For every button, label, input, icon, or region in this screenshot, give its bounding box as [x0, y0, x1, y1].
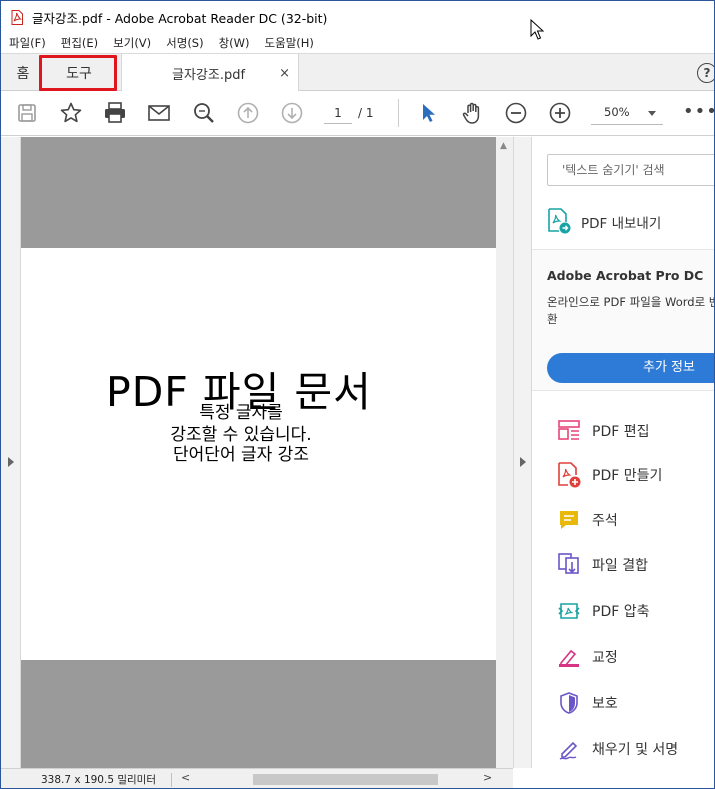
scroll-left-icon[interactable]: < [181, 771, 190, 784]
menu-edit[interactable]: 편집(E) [61, 35, 98, 51]
bookmark-star-icon[interactable] [59, 101, 83, 125]
horizontal-scroll-thumb[interactable] [253, 774, 438, 785]
search-icon[interactable] [192, 101, 216, 125]
page-dimensions: 338.7 x 190.5 밀리미터 [41, 774, 156, 786]
window-title: 글자강조.pdf - Adobe Acrobat Reader DC (32-b… [32, 10, 328, 26]
tab-document[interactable]: 글자강조.pdf × [121, 54, 299, 92]
mouse-pointer-icon [530, 19, 544, 40]
protect-icon [557, 691, 581, 715]
tool-compress-pdf-label: PDF 압축 [592, 604, 650, 620]
print-icon[interactable] [103, 101, 127, 125]
next-page-icon[interactable] [280, 101, 304, 125]
tools-pane: '텍스트 숨기기' 검색 PDF 내보내기 Adobe Acrobat Pro … [532, 137, 714, 788]
promo-panel: Adobe Acrobat Pro DC 온라인으로 PDF 파일을 Word로… [532, 249, 714, 391]
status-bar: 338.7 x 190.5 밀리미터 < > [1, 768, 513, 788]
tool-redact-label: 교정 [592, 650, 618, 666]
page-text-line-1: 특정 글자를 [199, 403, 283, 423]
tab-tools[interactable]: 도구 [41, 54, 117, 91]
zoom-level-dropdown[interactable]: 50% [591, 101, 663, 125]
zoom-out-icon[interactable] [504, 101, 528, 125]
acrobat-window: 글자강조.pdf - Adobe Acrobat Reader DC (32-b… [0, 0, 715, 789]
tool-comment-label: 주석 [592, 513, 618, 529]
collapse-right-icon [520, 457, 526, 467]
tool-comment[interactable]: 주석 [532, 498, 714, 542]
tool-fill-sign[interactable]: 채우기 및 서명 [532, 727, 714, 771]
menu-bar: 파일(F) 편집(E) 보기(V) 서명(S) 창(W) 도움말(H) [1, 33, 714, 53]
promo-title: Adobe Acrobat Pro DC [547, 268, 704, 283]
menu-help[interactable]: 도움말(H) [265, 35, 314, 51]
save-icon[interactable] [15, 101, 39, 125]
tool-protect-label: 보호 [592, 696, 618, 712]
tool-edit-pdf-label: PDF 편집 [592, 424, 650, 440]
tool-compress-pdf[interactable]: PDF 압축 [532, 589, 714, 633]
menu-window[interactable]: 창(W) [219, 35, 250, 51]
more-info-button[interactable]: 추가 정보 [547, 353, 714, 383]
vertical-scrollbar[interactable]: ▲ [496, 137, 513, 768]
previous-page-icon[interactable] [236, 101, 260, 125]
status-divider [171, 773, 172, 787]
redact-icon [557, 645, 581, 669]
document-viewer: PDF 파일 문서 특정 글자를 강조할 수 있습니다. 단어단어 글자 강조 … [1, 137, 513, 768]
export-pdf-icon [547, 207, 571, 237]
tab-bar: 홈 도구 글자강조.pdf × ? [1, 53, 714, 92]
scroll-up-icon[interactable]: ▲ [500, 141, 507, 151]
right-panel-toggle[interactable] [513, 137, 532, 768]
create-pdf-icon [557, 462, 581, 488]
toolbar: 1 / 1 50% ••• [1, 91, 714, 136]
tool-create-pdf-label: PDF 만들기 [592, 468, 663, 484]
export-pdf-label: PDF 내보내기 [581, 216, 662, 232]
promo-description: 온라인으로 PDF 파일을 Word로 변환 [547, 295, 714, 326]
close-tab-icon[interactable]: × [279, 66, 290, 81]
menu-sign[interactable]: 서명(S) [166, 35, 203, 51]
export-pdf-item[interactable]: PDF 내보내기 [547, 205, 661, 239]
scroll-right-icon[interactable]: > [483, 771, 492, 784]
tools-search-input[interactable]: '텍스트 숨기기' 검색 [547, 154, 714, 186]
tool-fill-sign-label: 채우기 및 서명 [592, 742, 679, 758]
edit-pdf-icon [557, 419, 581, 443]
page-total: / 1 [358, 106, 374, 120]
email-icon[interactable] [147, 101, 171, 125]
pdf-file-icon [10, 9, 24, 25]
page-number-input[interactable]: 1 [324, 102, 352, 124]
tool-create-pdf[interactable]: PDF 만들기 [532, 453, 714, 497]
document-tab-label: 글자강조.pdf [172, 67, 246, 83]
page-text-line-3: 단어단어 글자 강조 [173, 445, 309, 465]
combine-files-icon [557, 553, 581, 577]
select-cursor-icon[interactable] [416, 101, 440, 125]
menu-view[interactable]: 보기(V) [113, 35, 151, 51]
compress-pdf-icon [557, 599, 581, 623]
tool-combine-files[interactable]: 파일 결합 [532, 543, 714, 587]
title-bar: 글자강조.pdf - Adobe Acrobat Reader DC (32-b… [1, 1, 714, 33]
zoom-value: 50% [604, 105, 630, 119]
zoom-in-icon[interactable] [548, 101, 572, 125]
expand-left-icon [8, 457, 14, 467]
tool-edit-pdf[interactable]: PDF 편집 [532, 409, 714, 453]
tab-home[interactable]: 홈 [7, 54, 39, 91]
hand-tool-icon[interactable] [460, 101, 484, 125]
more-tools-icon[interactable]: ••• [683, 101, 714, 122]
comment-icon [557, 508, 581, 532]
tool-protect[interactable]: 보호 [532, 681, 714, 725]
tool-redact[interactable]: 교정 [532, 635, 714, 679]
page-text-line-2: 강조할 수 있습니다. [170, 425, 312, 445]
tool-combine-files-label: 파일 결합 [592, 558, 648, 574]
fill-sign-icon [557, 737, 581, 761]
chevron-down-icon [648, 111, 656, 116]
toolbar-divider [398, 99, 399, 127]
help-icon[interactable]: ? [697, 63, 714, 83]
left-panel-toggle[interactable] [1, 137, 21, 768]
pdf-page: PDF 파일 문서 특정 글자를 강조할 수 있습니다. 단어단어 글자 강조 [21, 248, 496, 660]
menu-file[interactable]: 파일(F) [9, 35, 46, 51]
